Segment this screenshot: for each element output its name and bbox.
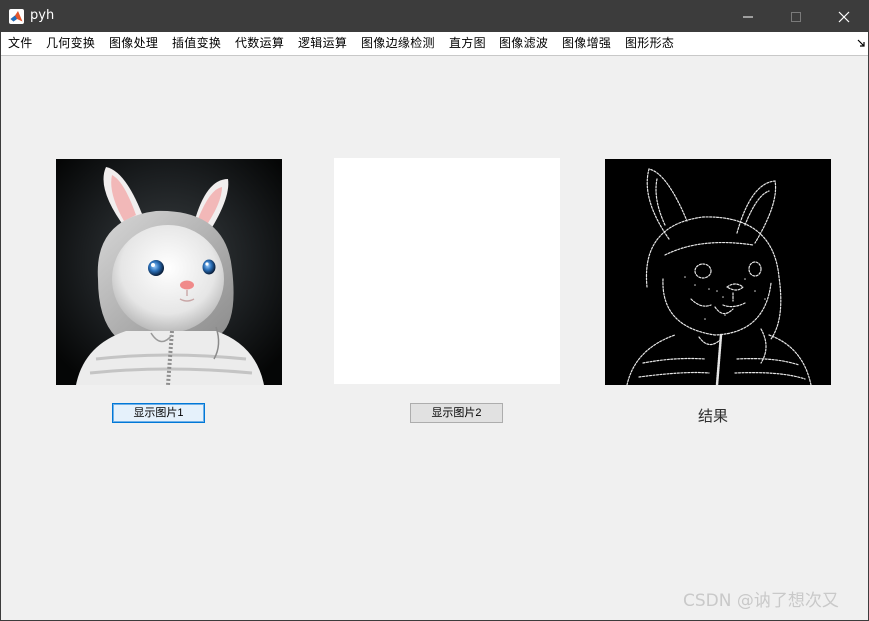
- image-axes-2: [334, 158, 560, 384]
- menu-interpolation[interactable]: 插值变换: [172, 36, 221, 51]
- window-title: pyh: [30, 8, 55, 23]
- figure-content: 显示图片1 显示图片2 结果 CSDN @讷了想次又: [1, 56, 868, 620]
- menu-image-enhance[interactable]: 图像增强: [562, 36, 611, 51]
- menu-file[interactable]: 文件: [8, 36, 33, 51]
- close-icon: [838, 11, 850, 23]
- show-image2-button[interactable]: 显示图片2: [410, 403, 503, 423]
- menu-morphology[interactable]: 图形形态: [625, 36, 674, 51]
- result-axes: [605, 159, 831, 385]
- menu-algebraic-ops[interactable]: 代数运算: [235, 36, 284, 51]
- menu-image-processing[interactable]: 图像处理: [109, 36, 158, 51]
- menu-bar: 文件 几何变换 图像处理 插值变换 代数运算 逻辑运算 图像边缘检测 直方图 图…: [1, 32, 868, 56]
- rabbit-photo: [56, 159, 282, 385]
- dock-arrow-icon[interactable]: [857, 39, 865, 47]
- csdn-watermark: CSDN @讷了想次又: [683, 591, 839, 611]
- menu-edge-detection[interactable]: 图像边缘检测: [361, 36, 435, 51]
- title-bar[interactable]: pyh: [1, 1, 868, 32]
- maximize-button[interactable]: [773, 1, 819, 32]
- maximize-icon: [791, 12, 801, 22]
- image-axes-1: [56, 159, 282, 385]
- minimize-icon: [743, 16, 753, 18]
- menu-image-filter[interactable]: 图像滤波: [499, 36, 548, 51]
- close-button[interactable]: [821, 1, 867, 32]
- result-label: 结果: [697, 407, 728, 425]
- menu-logic-ops[interactable]: 逻辑运算: [298, 36, 347, 51]
- menu-geometric-transform[interactable]: 几何变换: [46, 36, 95, 51]
- figure-window: pyh 文件 几何变换 图像处理 插值变换 代数运算 逻辑运算 图像边缘检测 直…: [0, 0, 869, 621]
- menu-histogram[interactable]: 直方图: [449, 36, 486, 51]
- minimize-button[interactable]: [725, 1, 771, 32]
- edge-result-image: [605, 159, 831, 385]
- matlab-icon: [9, 9, 24, 24]
- show-image1-button[interactable]: 显示图片1: [112, 403, 205, 423]
